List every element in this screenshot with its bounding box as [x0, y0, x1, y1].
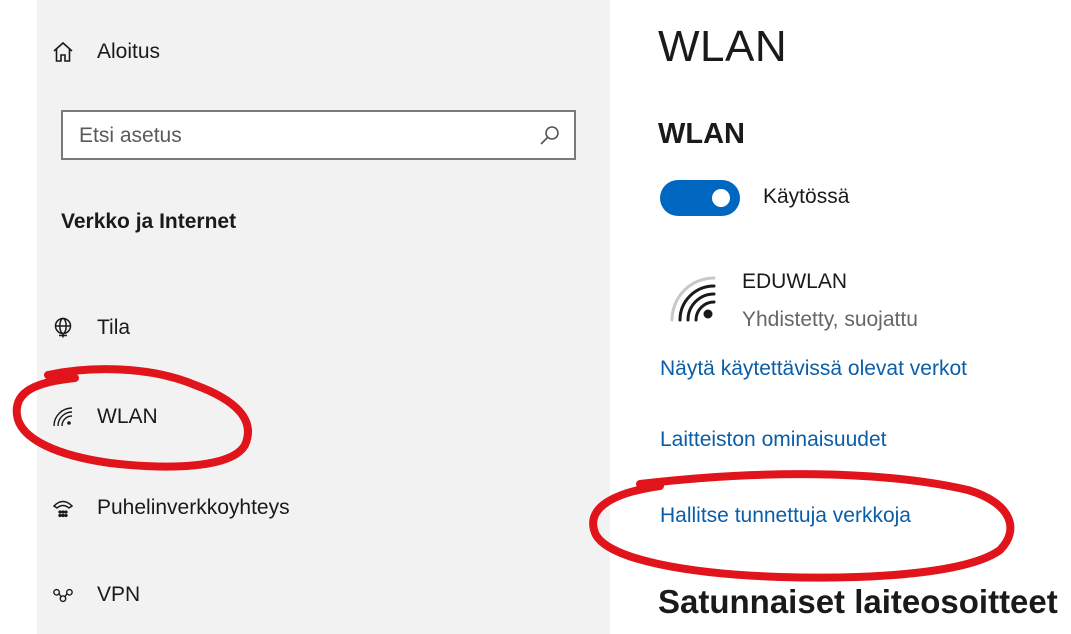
sidebar-item-label: Tila: [97, 316, 131, 339]
search-box: [61, 110, 576, 160]
globe-icon: [52, 317, 74, 339]
connected-network[interactable]: EDUWLAN Yhdistetty, suojattu: [660, 262, 1060, 337]
sidebar-item-home[interactable]: Aloitus: [37, 24, 610, 80]
section-title-wlan: WLAN: [658, 118, 745, 150]
sidebar-item-label: WLAN: [97, 405, 158, 428]
settings-sidebar: Aloitus Verkko ja Internet Tila: [37, 0, 610, 634]
manage-known-networks-link[interactable]: Hallitse tunnettuja verkkoja: [660, 504, 911, 528]
search-icon[interactable]: [538, 123, 562, 147]
sidebar-item-label: VPN: [97, 583, 141, 606]
show-available-networks-link[interactable]: Näytä käytettävissä olevat verkot: [660, 357, 967, 381]
page-title: WLAN: [658, 22, 788, 71]
hardware-properties-link[interactable]: Laitteiston ominaisuudet: [660, 428, 886, 452]
sidebar-item-status[interactable]: Tila: [37, 300, 610, 356]
vpn-icon: [52, 584, 74, 606]
section-heading: Verkko ja Internet: [61, 210, 237, 233]
dialup-icon: [52, 497, 74, 519]
toggle-state-label: Käytössä: [763, 185, 850, 208]
sidebar-item-label: Puhelinverkkoyhteys: [97, 496, 290, 519]
random-hardware-addresses-heading: Satunnaiset laiteosoitteet: [658, 583, 1058, 620]
sidebar-item-vpn[interactable]: VPN: [37, 567, 610, 623]
home-icon: [52, 41, 74, 63]
main-content: WLAN WLAN Käytössä EDUWLAN Yhdistetty, s…: [610, 0, 1071, 634]
search-input[interactable]: [77, 112, 521, 160]
sidebar-item-wlan[interactable]: WLAN: [37, 389, 610, 445]
sidebar-item-dialup[interactable]: Puhelinverkkoyhteys: [37, 480, 610, 536]
network-status: Yhdistetty, suojattu: [742, 308, 918, 331]
sidebar-item-label: Aloitus: [97, 40, 161, 63]
wifi-signal-icon: [670, 276, 716, 322]
network-name: EDUWLAN: [742, 270, 848, 293]
wifi-icon: [52, 406, 74, 428]
wlan-toggle[interactable]: [660, 180, 740, 216]
toggle-knob: [712, 189, 730, 207]
